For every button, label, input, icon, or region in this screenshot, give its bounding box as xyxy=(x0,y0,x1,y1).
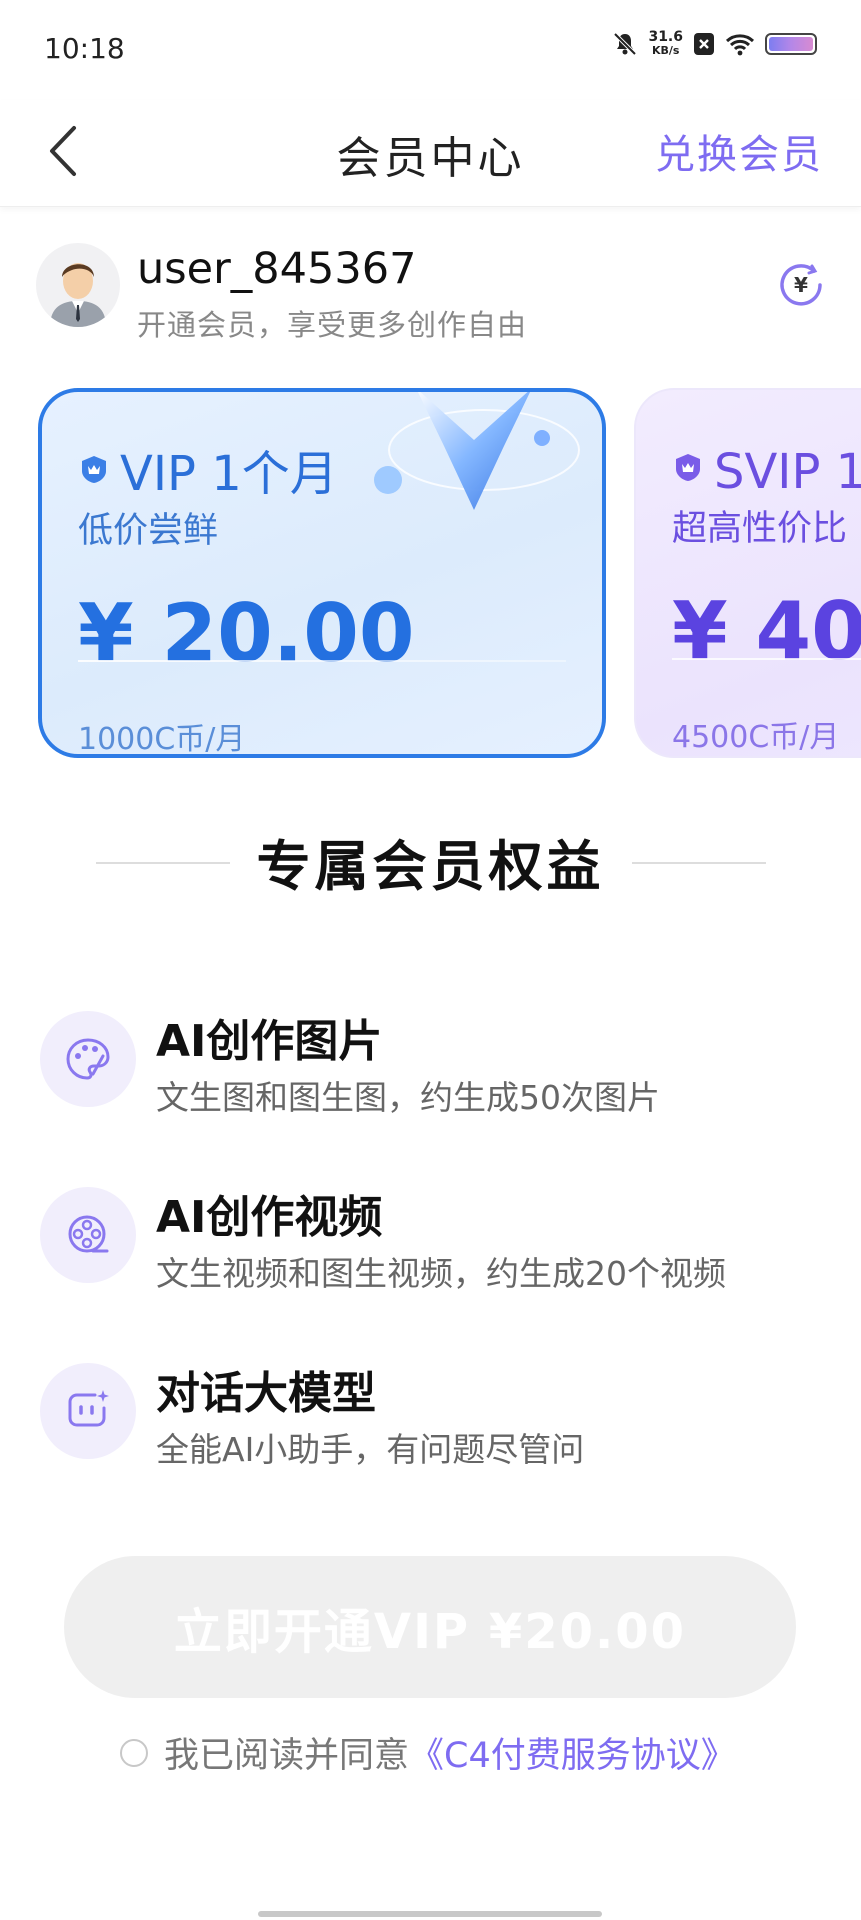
plan-price: ¥ 40.00 xyxy=(672,585,861,678)
plan-name-text: VIP 1个月 xyxy=(120,446,338,502)
avatar-icon xyxy=(50,263,106,327)
benefit-title: AI创作图片 xyxy=(156,1016,383,1067)
plan-tag: 低价尝鲜 xyxy=(78,511,219,551)
plan-card-svip[interactable]: SVIP 1个月 超高性价比 ¥ 40.00 4500C币/月 xyxy=(634,388,861,758)
mute-icon xyxy=(614,32,637,56)
agreement-checkbox[interactable] xyxy=(120,1738,148,1767)
benefit-item-chat: 对话大模型 全能AI小助手，有问题尽管问 xyxy=(40,1363,830,1473)
avatar xyxy=(36,243,120,327)
benefit-icon-wrap xyxy=(40,1011,136,1107)
username: user_845367 xyxy=(137,244,417,294)
net-speed-value: 31.6 xyxy=(648,29,683,45)
yen-coin-icon: ¥ xyxy=(780,264,822,306)
film-reel-icon xyxy=(68,1215,109,1253)
plan-name: SVIP 1个月 xyxy=(672,432,861,502)
svg-text:¥: ¥ xyxy=(794,273,808,297)
plan-name-text: SVIP 1个月 xyxy=(714,444,861,500)
benefit-title: AI创作视频 xyxy=(156,1192,383,1243)
crown-shield-icon xyxy=(82,456,106,483)
agreement-text: 我已阅读并同意 xyxy=(164,1736,410,1776)
agreement-row: 我已阅读并同意 《C4付费服务协议》 xyxy=(120,1727,736,1778)
benefit-desc: 全能AI小助手，有问题尽管问 xyxy=(156,1430,585,1469)
wifi-icon xyxy=(725,34,755,56)
battery-icon xyxy=(765,33,817,55)
plan-divider xyxy=(78,660,566,662)
status-time: 10:18 xyxy=(44,32,125,65)
plan-card-vip[interactable]: VIP 1个月 低价尝鲜 ¥ 20.00 1000C币/月 xyxy=(38,388,606,758)
crown-shield-icon xyxy=(676,454,700,481)
status-icons: 31.6 KB/s xyxy=(612,30,817,58)
plan-price: ¥ 20.00 xyxy=(78,587,415,680)
app-header: 会员中心 兑换会员 xyxy=(0,100,861,207)
sim-x-icon xyxy=(694,33,714,55)
plan-coin-note: 1000C币/月 xyxy=(78,722,246,757)
palette-icon xyxy=(66,1038,110,1080)
benefit-icon-wrap xyxy=(40,1363,136,1459)
battery-level xyxy=(769,37,813,51)
plan-divider xyxy=(672,658,861,660)
activate-vip-button[interactable]: 立即开通VIP ¥20.00 xyxy=(64,1556,796,1698)
net-speed: 31.6 KB/s xyxy=(648,30,683,58)
home-indicator[interactable] xyxy=(258,1911,602,1917)
plan-coin-note: 4500C币/月 xyxy=(672,720,840,755)
benefit-icon-wrap xyxy=(40,1187,136,1283)
service-agreement-link[interactable]: 《C4付费服务协议》 xyxy=(409,1727,736,1778)
benefit-title: 对话大模型 xyxy=(156,1368,376,1419)
status-bar: 10:18 31.6 KB/s xyxy=(0,0,861,100)
benefit-item-image: AI创作图片 文生图和图生图，约生成50次图片 xyxy=(40,1011,830,1121)
net-speed-unit: KB/s xyxy=(651,44,680,57)
plan-name: VIP 1个月 xyxy=(78,434,338,504)
coin-balance-button[interactable]: ¥ xyxy=(776,260,826,310)
plan-carousel[interactable]: VIP 1个月 低价尝鲜 ¥ 20.00 1000C币/月 SVIP 1个月 超… xyxy=(0,384,861,764)
ai-chat-icon xyxy=(68,1390,109,1427)
benefit-item-video: AI创作视频 文生视频和图生视频，约生成20个视频 xyxy=(40,1187,830,1297)
user-subtitle: 开通会员，享受更多创作自由 xyxy=(137,308,528,342)
plan-tag: 超高性价比 xyxy=(672,509,848,549)
benefit-desc: 文生视频和图生视频，约生成20个视频 xyxy=(156,1254,726,1293)
section-divider-right xyxy=(632,862,766,864)
redeem-membership-link[interactable]: 兑换会员 xyxy=(655,122,823,180)
benefit-desc: 文生图和图生图，约生成50次图片 xyxy=(156,1078,660,1117)
vip-logo-decoration xyxy=(374,392,580,510)
